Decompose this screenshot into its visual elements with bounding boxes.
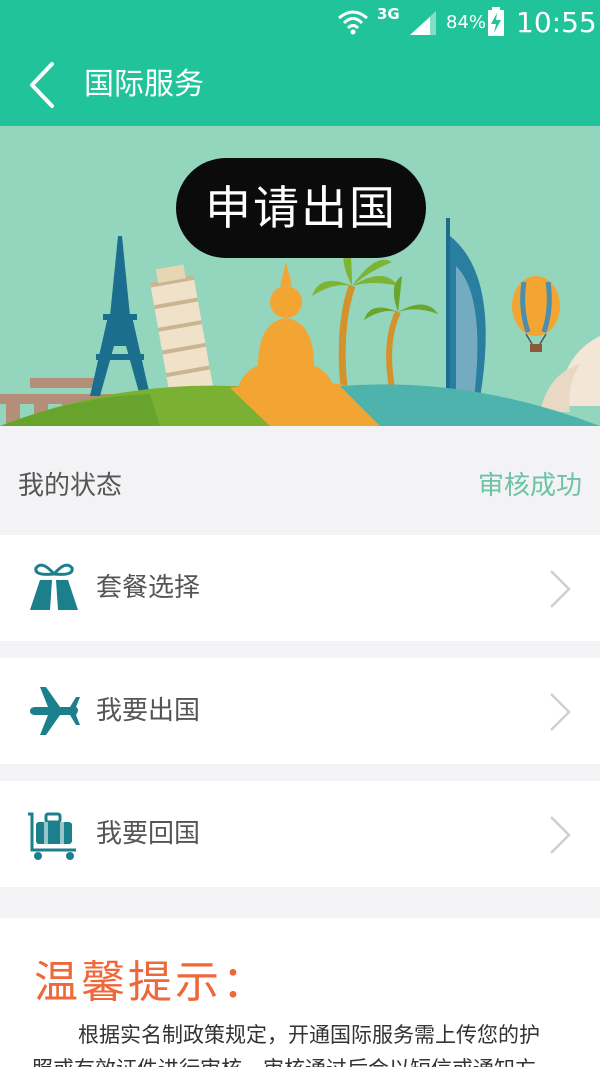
wifi-icon xyxy=(336,0,370,44)
menu-item-label: 套餐选择 xyxy=(96,573,201,603)
battery-percent: 84% xyxy=(446,11,487,33)
travel-banner: 申请出国 xyxy=(0,126,600,426)
menu-item-go-abroad[interactable]: 我要出国 xyxy=(0,658,600,764)
network-type: 3G xyxy=(377,5,400,23)
my-status-label: 我的状态 xyxy=(18,471,123,501)
back-icon[interactable] xyxy=(24,58,64,112)
airplane-icon xyxy=(26,683,82,739)
menu-item-return-home[interactable]: 我要回国 xyxy=(0,781,600,887)
app-bar: 国际服务 xyxy=(0,44,600,126)
menu-item-package-select[interactable]: 套餐选择 xyxy=(0,535,600,641)
apply-abroad-button[interactable]: 申请出国 xyxy=(176,158,426,258)
status-bar: 3G 84% 10:55 xyxy=(0,0,600,44)
tips-title: 温馨提示： xyxy=(34,957,269,1008)
my-status-row: 我的状态 审核成功 xyxy=(0,426,600,536)
page-title: 国际服务 xyxy=(84,67,204,102)
menu-item-label: 我要回国 xyxy=(96,819,201,849)
battery-charging-icon xyxy=(487,0,505,44)
tips-card: 温馨提示： 根据实名制政策规定，开通国际服务需上传您的护照或有效证件进行审核，审… xyxy=(0,918,600,1067)
gift-icon xyxy=(26,560,82,616)
chevron-right-icon xyxy=(548,691,572,733)
chevron-right-icon xyxy=(548,568,572,610)
luggage-cart-icon xyxy=(26,806,82,862)
status-value: 审核成功 xyxy=(477,471,582,501)
signal-icon xyxy=(408,0,438,44)
clock: 10:55 xyxy=(516,5,597,39)
menu-item-label: 我要出国 xyxy=(96,696,201,726)
tips-text: 根据实名制政策规定，开通国际服务需上传您的护照或有效证件进行审核，审核通过后会以… xyxy=(32,1023,540,1067)
chevron-right-icon xyxy=(548,814,572,856)
